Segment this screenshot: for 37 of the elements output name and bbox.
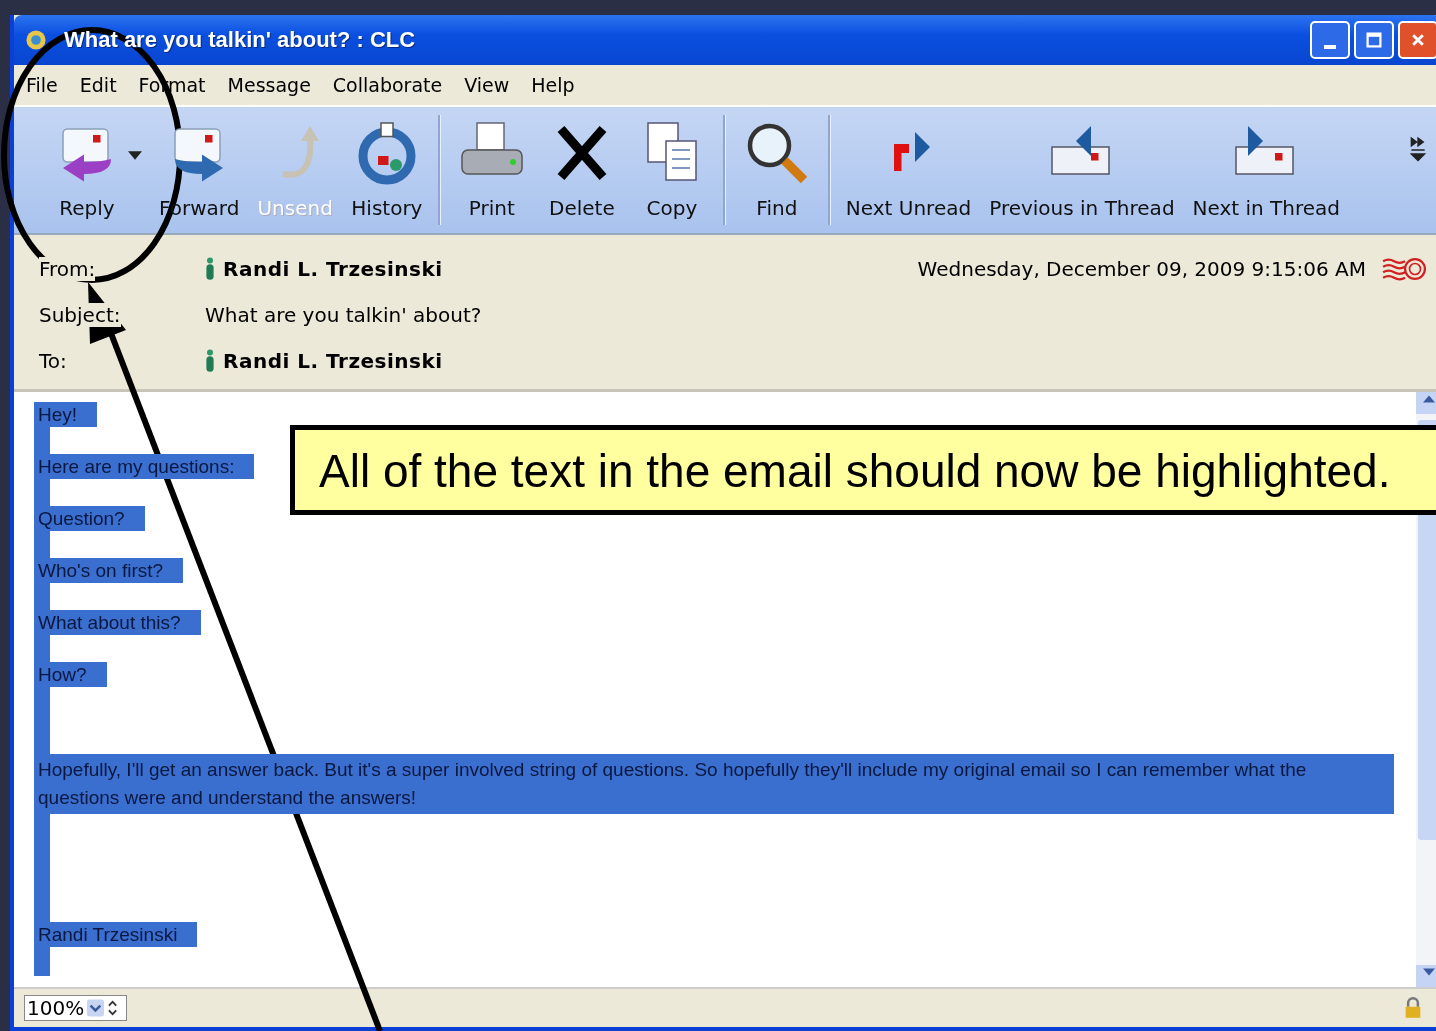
minimize-icon: [1324, 45, 1336, 49]
close-button[interactable]: [1398, 21, 1436, 59]
date-text: Wednesday, December 09, 2009 9:15:06 AM: [917, 257, 1366, 281]
menu-item[interactable]: Collaborate: [332, 74, 443, 96]
scroll-down-icon[interactable]: [1423, 968, 1435, 976]
toolbar-button[interactable]: Delete: [536, 120, 627, 220]
body-text: Hey!: [34, 402, 98, 427]
person-icon: [205, 349, 215, 373]
caret-icon[interactable]: [128, 150, 142, 160]
toolbar-button[interactable]: Reply: [42, 120, 132, 220]
minimize-button[interactable]: [1310, 21, 1350, 59]
toolbar-button[interactable]: History: [341, 120, 432, 220]
field-label: From:: [39, 257, 96, 281]
menu-item[interactable]: View: [464, 74, 510, 96]
maximize-button[interactable]: [1354, 21, 1394, 59]
menu-item[interactable]: Help: [531, 74, 575, 96]
menu-item[interactable]: File: [26, 74, 58, 96]
menu-item[interactable]: Message: [227, 74, 311, 96]
zoom-field[interactable]: 100%: [24, 995, 128, 1021]
maximize-icon: [1366, 32, 1382, 48]
toolbar-button[interactable]: Next in Thread: [1183, 120, 1350, 220]
field-label: Subject:: [39, 303, 121, 327]
scroll-up-icon[interactable]: [1423, 395, 1435, 403]
toolbar-button[interactable]: Previous in Thread: [980, 120, 1184, 220]
subject-text: What are you talkin' about?: [205, 303, 482, 327]
close-icon: [1410, 32, 1426, 48]
toolbar-button[interactable]: Find: [731, 120, 822, 220]
toolbar-button[interactable]: Print: [446, 120, 537, 220]
toolbar-button[interactable]: Next Unread: [836, 120, 981, 220]
app-icon: [24, 28, 48, 52]
recipient-name[interactable]: Randi L. Trzesinski: [223, 349, 443, 373]
toolbar-button[interactable]: Copy: [626, 120, 717, 220]
instruction-callout: All of the text in the email should now be highlighted.: [290, 425, 1436, 515]
lock-icon: [1404, 997, 1422, 1019]
person-icon: [205, 257, 215, 281]
sender-name[interactable]: Randi L. Trzesinski: [223, 257, 443, 281]
menu-item[interactable]: Edit: [79, 74, 117, 96]
